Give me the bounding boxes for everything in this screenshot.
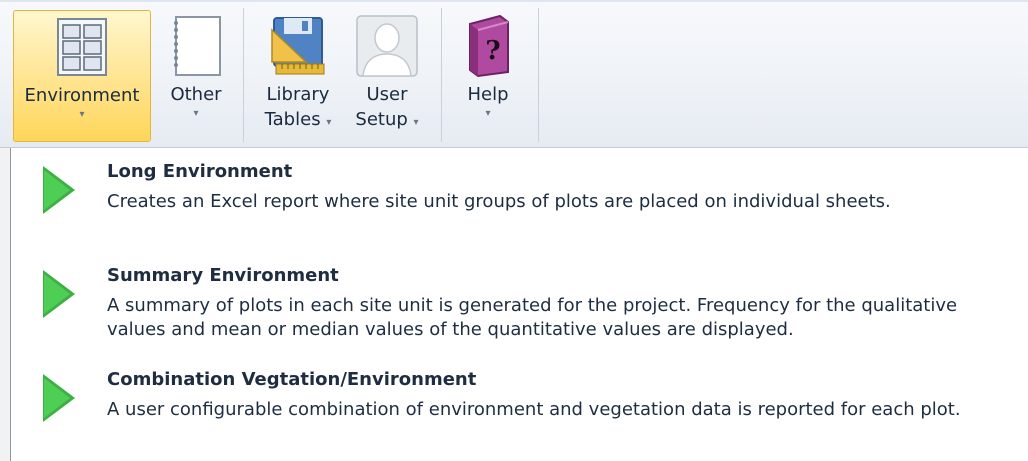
ribbon-top-border bbox=[0, 0, 1028, 2]
menu-item-summary-environment[interactable]: Summary Environment A summary of plots i… bbox=[11, 264, 1021, 352]
menu-item-description: Creates an Excel report where site unit … bbox=[107, 191, 891, 212]
other-label: Other bbox=[170, 84, 222, 105]
tables-label-row: Tables ▾ bbox=[265, 107, 332, 135]
svg-text:?: ? bbox=[485, 36, 500, 66]
library-tables-button[interactable]: Library Tables ▾ bbox=[254, 10, 342, 142]
floppy-ruler-icon bbox=[266, 10, 330, 82]
help-label: Help bbox=[467, 84, 509, 105]
tables-label: Tables bbox=[264, 109, 321, 130]
environment-dropdown-menu: Long Environment Creates an Excel report… bbox=[10, 148, 1028, 461]
menu-item-title: Combination Vegtation/Environment bbox=[107, 369, 477, 390]
chevron-down-icon: ▾ bbox=[79, 109, 85, 120]
menu-item-long-environment[interactable]: Long Environment Creates an Excel report… bbox=[11, 160, 1021, 248]
menu-left-gutter bbox=[0, 148, 10, 461]
environment-label: Environment bbox=[24, 85, 140, 106]
chevron-down-icon: ▾ bbox=[413, 117, 419, 128]
user-setup-button[interactable]: User Setup ▾ bbox=[345, 10, 429, 142]
grid-report-icon bbox=[54, 11, 110, 83]
ribbon-separator bbox=[538, 8, 539, 142]
menu-item-title: Long Environment bbox=[107, 161, 293, 182]
green-play-arrow-icon bbox=[43, 166, 75, 214]
ribbon: Environment ▾ Other ▾ Library Tables ▾ U… bbox=[0, 0, 1028, 148]
help-book-icon: ? bbox=[460, 10, 516, 82]
other-button[interactable]: Other ▾ bbox=[160, 10, 232, 142]
chevron-down-icon: ▾ bbox=[193, 108, 199, 119]
green-play-arrow-icon bbox=[43, 374, 75, 422]
setup-label: Setup bbox=[355, 109, 408, 130]
library-label: Library bbox=[266, 84, 330, 105]
menu-item-combination-vegetation-environment[interactable]: Combination Vegtation/Environment A user… bbox=[11, 368, 1021, 456]
menu-item-description: A user configurable combination of envir… bbox=[107, 399, 961, 420]
ribbon-separator bbox=[441, 8, 442, 142]
notebook-icon bbox=[168, 10, 224, 82]
help-button[interactable]: ? Help ▾ bbox=[455, 10, 521, 142]
menu-item-title: Summary Environment bbox=[107, 265, 339, 286]
ribbon-separator bbox=[243, 8, 244, 142]
green-play-arrow-icon bbox=[43, 270, 75, 318]
environment-button[interactable]: Environment ▾ bbox=[13, 10, 151, 142]
user-silhouette-icon bbox=[355, 10, 419, 82]
user-label: User bbox=[366, 84, 408, 105]
setup-label-row: Setup ▾ bbox=[355, 107, 418, 135]
chevron-down-icon: ▾ bbox=[485, 108, 491, 119]
menu-item-description: A summary of plots in each site unit is … bbox=[107, 295, 958, 340]
chevron-down-icon: ▾ bbox=[326, 117, 332, 128]
